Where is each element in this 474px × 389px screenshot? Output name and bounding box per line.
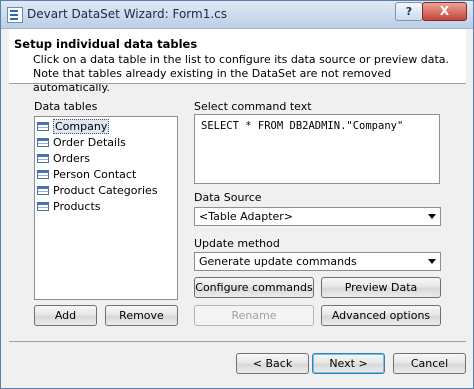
cancel-button[interactable]: Cancel — [393, 353, 466, 374]
rename-button[interactable]: Rename — [194, 305, 314, 326]
configure-commands-button[interactable]: Configure commands — [194, 277, 314, 298]
data-tables-label: Data tables — [34, 100, 98, 113]
table-icon — [37, 121, 49, 131]
list-item[interactable]: Orders — [37, 151, 92, 166]
help-button[interactable]: ? — [395, 2, 423, 21]
step-description: Click on a data table in the list to con… — [33, 53, 449, 94]
data-tables-list[interactable]: Company Order Details Orders Person Cont… — [34, 116, 178, 300]
command-text-label: Select command text — [194, 100, 312, 113]
back-button[interactable]: < Back — [236, 353, 309, 374]
update-method-select[interactable]: Generate update commands — [194, 252, 441, 271]
wizard-window: Devart DataSet Wizard: Form1.cs ? X Setu… — [0, 0, 474, 389]
list-item[interactable]: Product Categories — [37, 183, 160, 198]
preview-data-button[interactable]: Preview Data — [321, 277, 441, 298]
list-item[interactable]: Order Details — [37, 135, 128, 150]
command-text-field[interactable]: SELECT * FROM DB2ADMIN."Company" — [194, 114, 440, 184]
table-icon — [37, 201, 49, 211]
header-divider — [9, 83, 466, 84]
chevron-down-icon — [428, 214, 436, 219]
table-icon — [37, 185, 49, 195]
data-source-select[interactable]: <Table Adapter> — [194, 207, 441, 226]
wizard-header: Setup individual data tables Click on a … — [9, 29, 466, 94]
close-button[interactable]: X — [422, 2, 467, 21]
table-icon — [37, 137, 49, 147]
list-item[interactable]: Products — [37, 199, 103, 214]
remove-button[interactable]: Remove — [105, 305, 178, 326]
title-bar[interactable]: Devart DataSet Wizard: Form1.cs ? X — [1, 1, 473, 29]
list-item[interactable]: Company — [37, 119, 111, 134]
update-method-value: Generate update commands — [199, 255, 357, 268]
update-method-label: Update method — [194, 237, 280, 250]
chevron-down-icon — [428, 259, 436, 264]
data-source-value: <Table Adapter> — [199, 210, 294, 223]
step-title: Setup individual data tables — [14, 37, 198, 51]
footer-divider — [9, 341, 466, 342]
advanced-options-button[interactable]: Advanced options — [321, 305, 441, 326]
window-title: Devart DataSet Wizard: Form1.cs — [27, 7, 228, 21]
app-icon — [7, 7, 23, 23]
list-item[interactable]: Person Contact — [37, 167, 138, 182]
next-button[interactable]: Next > — [312, 353, 385, 374]
table-icon — [37, 169, 49, 179]
table-icon — [37, 153, 49, 163]
add-button[interactable]: Add — [34, 305, 97, 326]
data-source-label: Data Source — [194, 191, 262, 204]
